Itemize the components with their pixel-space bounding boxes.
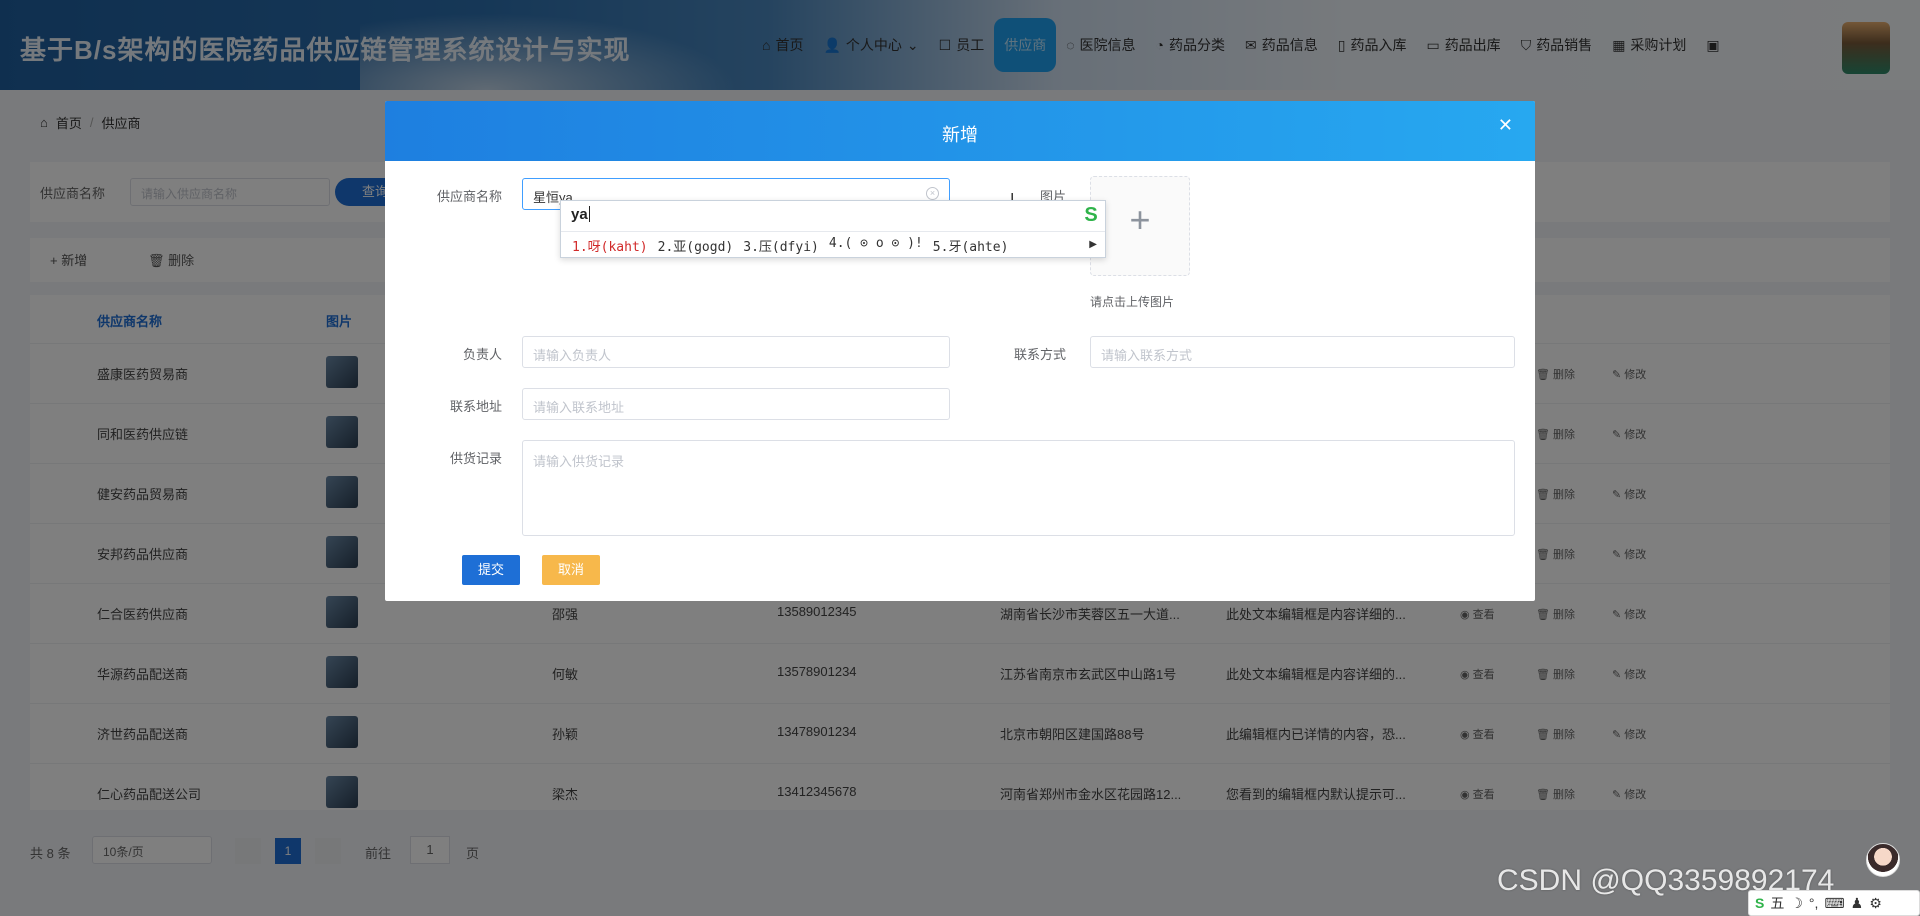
ime-status-item[interactable]: ☽ (1790, 895, 1803, 912)
sogou-status-icon[interactable]: S (1755, 895, 1764, 911)
ime-candidate[interactable]: 2.亚(gogd) (658, 236, 734, 255)
owner-label: 负责人 (462, 347, 502, 362)
ime-candidate-window: ya S 1.呀(kaht) 2.亚(gogd) 3.压(dfyi) 4.( ⊙ o … (560, 200, 1106, 258)
ime-status-item[interactable]: ⌨ (1824, 895, 1844, 912)
phone-label: 联系方式 (1013, 347, 1066, 362)
ime-candidate[interactable]: 1.呀(kaht) (572, 236, 648, 255)
supplier-name-label: 供应商名称 (436, 189, 502, 204)
owner-field[interactable]: 请输入负责人 (522, 336, 950, 368)
add-supplier-dialog: 新增 ✕ 供应商名称 星恒ya × I 图片 + 请点击上传图片 负责人 请输入… (385, 101, 1535, 601)
ime-candidate[interactable]: 5.牙(ahte) (933, 236, 1009, 255)
ime-status-item[interactable]: °, (1809, 895, 1819, 911)
close-icon[interactable]: ✕ (1498, 115, 1513, 136)
ime-next-page-icon[interactable]: ▶ (1089, 239, 1097, 250)
ime-candidate[interactable]: 4.( ⊙ o ⊙ )! (829, 236, 923, 255)
ime-candidate[interactable]: 3.压(dfyi) (743, 236, 819, 255)
dialog-title: 新增 (942, 125, 978, 145)
ime-status-item[interactable]: ⚙ (1869, 895, 1882, 912)
ime-candidates: 1.呀(kaht) 2.亚(gogd) 3.压(dfyi) 4.( ⊙ o ⊙ )! 5… (572, 236, 1008, 255)
ime-status-item[interactable]: ♟ (1851, 895, 1864, 912)
address-label: 联系地址 (449, 399, 502, 414)
ime-caret (588, 206, 590, 222)
record-textarea[interactable]: 请输入供货记录 (522, 440, 1515, 536)
upload-tip: 请点击上传图片 (1090, 295, 1175, 309)
cancel-button[interactable]: 取消 (542, 555, 600, 585)
submit-button[interactable]: 提交 (462, 555, 520, 585)
ime-composition-text: ya (571, 206, 588, 223)
assistant-avatar[interactable] (1866, 843, 1900, 877)
dialog-header: 新增 ✕ (385, 101, 1535, 161)
ime-divider (561, 231, 1105, 232)
clear-icon[interactable]: × (926, 187, 939, 200)
ime-status-bar: S 五 ☽ °, ⌨ ♟ ⚙ (1748, 890, 1920, 916)
phone-field[interactable]: 请输入联系方式 (1090, 336, 1515, 368)
record-label: 供货记录 (449, 451, 502, 466)
sogou-logo-icon: S (1084, 204, 1098, 226)
ime-status-item[interactable]: 五 (1770, 893, 1784, 913)
address-field[interactable]: 请输入联系地址 (522, 388, 950, 420)
ime-composition: ya (571, 206, 590, 223)
